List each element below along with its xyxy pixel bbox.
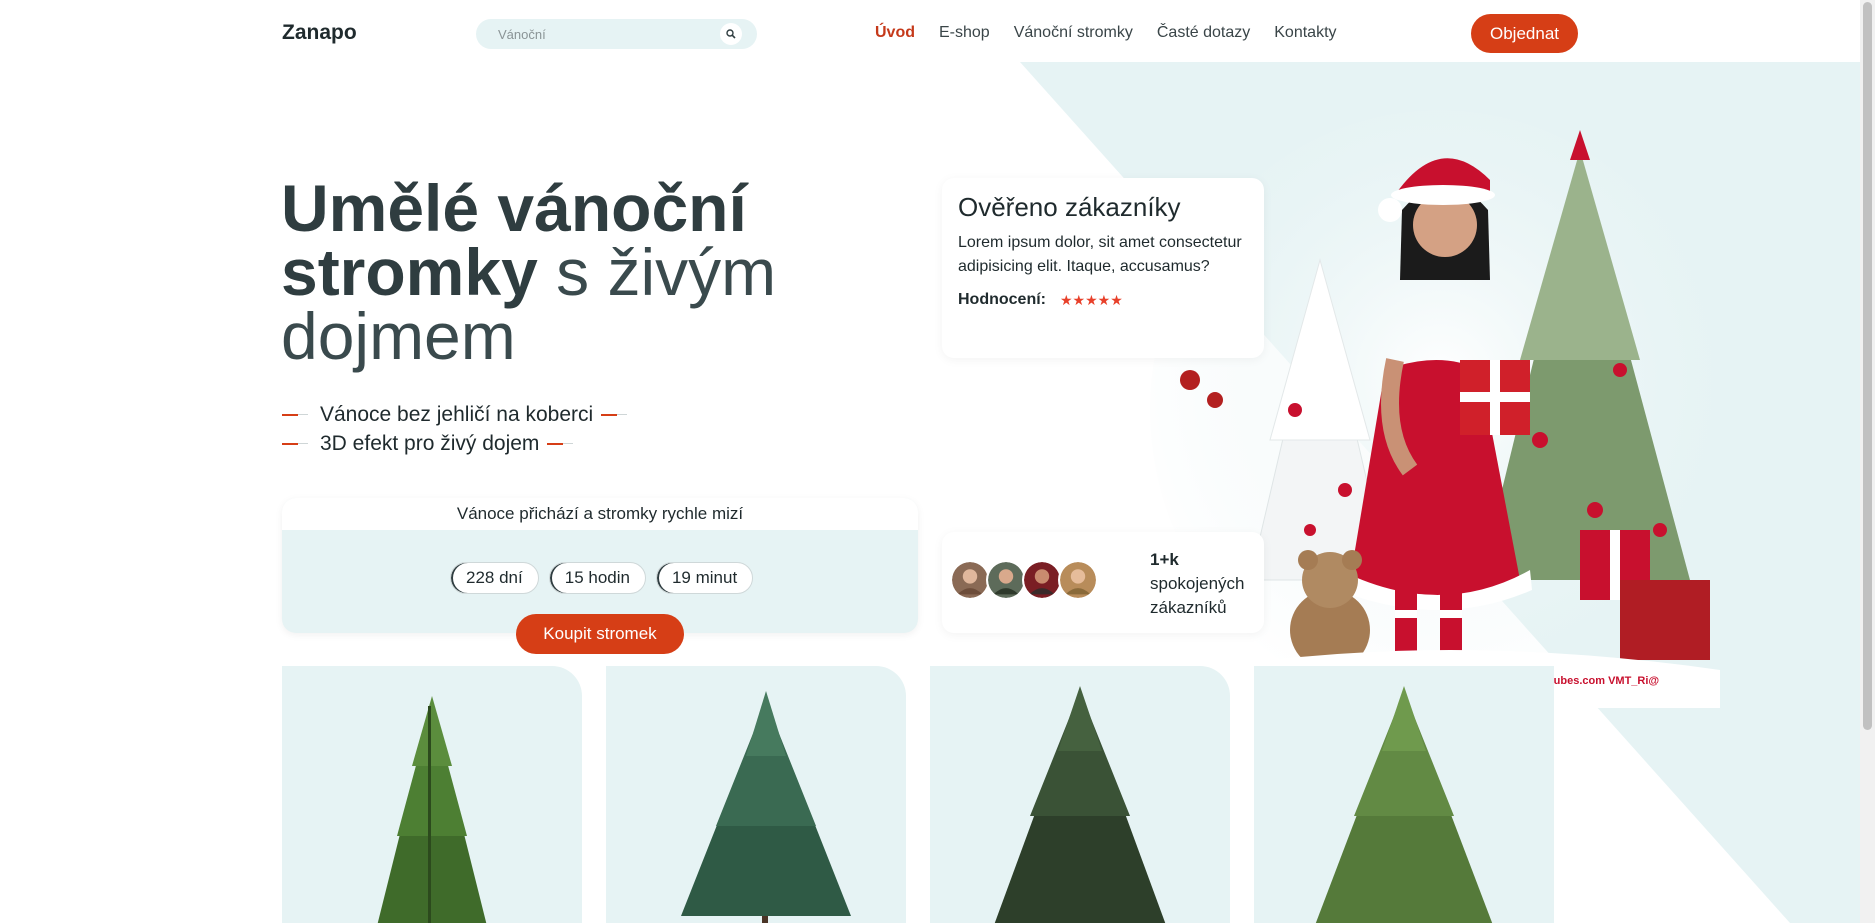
avatar-group xyxy=(950,560,1098,600)
customers-text: 1+k spokojených zákazníků xyxy=(1150,548,1245,620)
christmas-tree-image xyxy=(681,691,851,923)
product-card[interactable] xyxy=(930,666,1230,923)
hero-title-light-1: s živým xyxy=(556,235,777,309)
customers-label-2: zákazníků xyxy=(1150,598,1227,617)
search-bar xyxy=(476,19,757,49)
nav-item-vanocni-stromky[interactable]: Vánoční stromky xyxy=(1014,24,1133,42)
bullet-text: Vánoce bez jehličí na koberci xyxy=(320,402,594,426)
main-nav: Úvod E-shop Vánoční stromky Časté dotazy… xyxy=(875,24,1361,42)
timer-minutes: 19 minut xyxy=(655,562,754,594)
nav-item-caste-dotazy[interactable]: Časté dotazy xyxy=(1157,24,1250,42)
countdown-heading: Vánoce přichází a stromky rychle mizí xyxy=(282,498,918,530)
hero-title-bold-1: Umělé vánoční xyxy=(281,171,747,245)
product-card[interactable] xyxy=(606,666,906,923)
avatar xyxy=(950,560,990,600)
rating-row: Hodnocení: ★★★★★ xyxy=(958,291,1248,309)
countdown-panel: Vánoce přichází a stromky rychle mizí 22… xyxy=(282,498,918,654)
timer-days: 228 dní xyxy=(450,562,539,594)
dash-icon xyxy=(601,413,628,416)
site-logo[interactable]: Zanapo xyxy=(282,21,357,45)
hero-title-light-2: dojmem xyxy=(281,299,516,373)
nav-item-uvod[interactable]: Úvod xyxy=(875,24,915,42)
rating-label: Hodnocení: xyxy=(958,291,1046,308)
product-card[interactable] xyxy=(1254,666,1554,923)
christmas-tree-image xyxy=(1315,686,1493,923)
christmas-tree-image xyxy=(994,686,1166,923)
search-icon xyxy=(726,29,736,39)
bullet-text: 3D efekt pro živý dojem xyxy=(320,431,540,455)
review-text: Lorem ipsum dolor, sit amet consectetur … xyxy=(958,234,1242,275)
product-grid xyxy=(282,666,1554,923)
hero-title-bold-2: stromky xyxy=(281,235,538,309)
hero-bullets: Vánoce bez jehličí na koberci 3D efekt p… xyxy=(282,400,628,458)
star-icon: ★★★★★ xyxy=(1060,291,1123,308)
countdown-timers: 228 dní 15 hodin 19 minut xyxy=(450,562,754,594)
dash-icon xyxy=(547,442,574,445)
customers-count: 1+k xyxy=(1150,550,1179,569)
hero-title: Umělé vánoční stromky s živým dojmem xyxy=(281,175,841,369)
hero-image-caption: tubes.com VMT_Ri@ xyxy=(1550,675,1659,687)
customers-label-1: spokojených xyxy=(1150,574,1245,593)
timer-hours: 15 hodin xyxy=(548,562,646,594)
buy-tree-button[interactable]: Koupit stromek xyxy=(516,614,684,654)
avatar xyxy=(1022,560,1062,600)
search-button[interactable] xyxy=(720,23,742,45)
dash-icon xyxy=(282,442,308,445)
product-card[interactable] xyxy=(282,666,582,923)
customers-card: 1+k spokojených zákazníků xyxy=(942,532,1264,633)
nav-item-eshop[interactable]: E-shop xyxy=(939,24,990,42)
christmas-tree-image xyxy=(377,696,487,923)
search-input[interactable] xyxy=(498,25,698,43)
bullet-item: 3D efekt pro živý dojem xyxy=(282,429,617,458)
scrollbar-thumb[interactable] xyxy=(1863,2,1872,730)
avatar xyxy=(1058,560,1098,600)
site-header: Zanapo Úvod E-shop Vánoční stromky Časté… xyxy=(0,0,1875,68)
avatar xyxy=(986,560,1026,600)
order-button[interactable]: Objednat xyxy=(1471,14,1578,53)
bullet-item: Vánoce bez jehličí na koberci xyxy=(282,400,628,429)
review-title: Ověřeno zákazníky xyxy=(958,192,1181,222)
nav-item-kontakty[interactable]: Kontakty xyxy=(1274,24,1336,42)
review-card: Ověřeno zákazníky Lorem ipsum dolor, sit… xyxy=(942,178,1264,358)
page-scrollbar[interactable] xyxy=(1860,0,1875,923)
dash-icon xyxy=(282,413,308,416)
